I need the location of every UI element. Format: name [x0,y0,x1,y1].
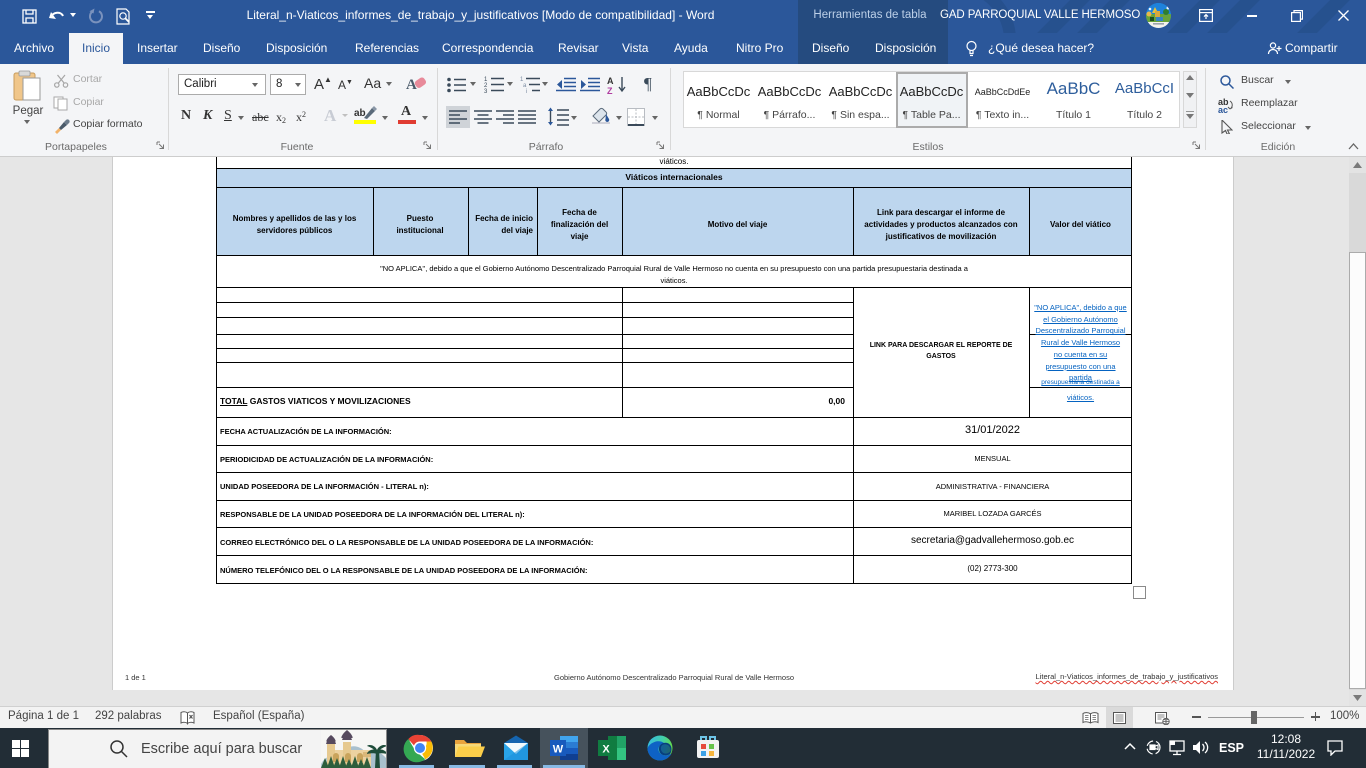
svg-text:Z: Z [607,86,613,94]
svg-text:3: 3 [484,89,488,93]
svg-text:X: X [602,744,610,756]
svg-text:A: A [607,76,614,86]
svg-text:W: W [553,744,564,756]
svg-text:i: i [526,89,527,93]
svg-text:ac: ac [1218,105,1228,113]
